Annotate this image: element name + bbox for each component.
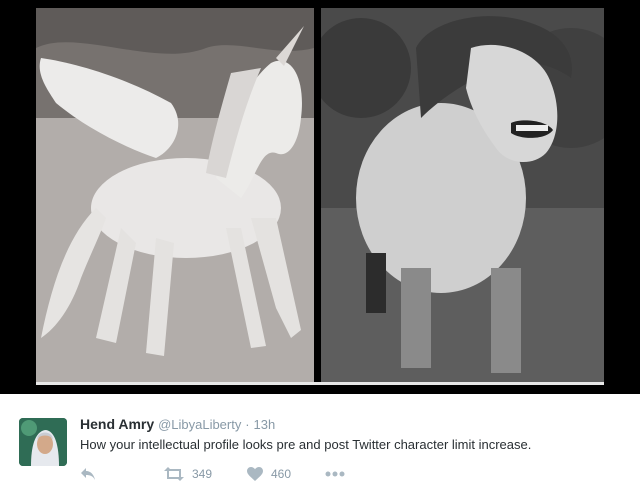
unicorn-illustration — [36, 8, 314, 382]
separator-dot: · — [245, 417, 250, 432]
reply-button[interactable] — [80, 464, 96, 484]
tweet-media[interactable] — [0, 0, 640, 394]
tweet-actions: 349 460 — [80, 464, 380, 484]
tweet-text: How your intellectual profile looks pre … — [80, 437, 532, 452]
tweet: Hend Amry @LibyaLiberty · 13h How your i… — [0, 394, 640, 485]
pony-photo[interactable] — [321, 8, 604, 382]
tweet-timestamp[interactable]: 13h — [253, 417, 275, 432]
more-button[interactable] — [325, 464, 345, 484]
like-count: 460 — [271, 467, 292, 481]
retweet-count: 349 — [192, 467, 213, 481]
heart-icon — [247, 467, 263, 481]
more-dots-icon — [325, 471, 345, 477]
avatar[interactable] — [19, 418, 67, 466]
avatar-image — [19, 418, 67, 466]
media-bottom-border — [36, 382, 604, 385]
reply-icon — [80, 467, 96, 481]
retweet-button[interactable]: 349 — [164, 464, 212, 484]
retweet-icon — [164, 467, 184, 481]
unicorn-photo[interactable] — [36, 8, 314, 382]
tweet-header: Hend Amry @LibyaLiberty · 13h — [80, 416, 275, 432]
author-name[interactable]: Hend Amry — [80, 416, 154, 432]
like-button[interactable]: 460 — [247, 464, 291, 484]
pony-illustration — [321, 8, 604, 382]
author-handle[interactable]: @LibyaLiberty — [158, 417, 241, 432]
